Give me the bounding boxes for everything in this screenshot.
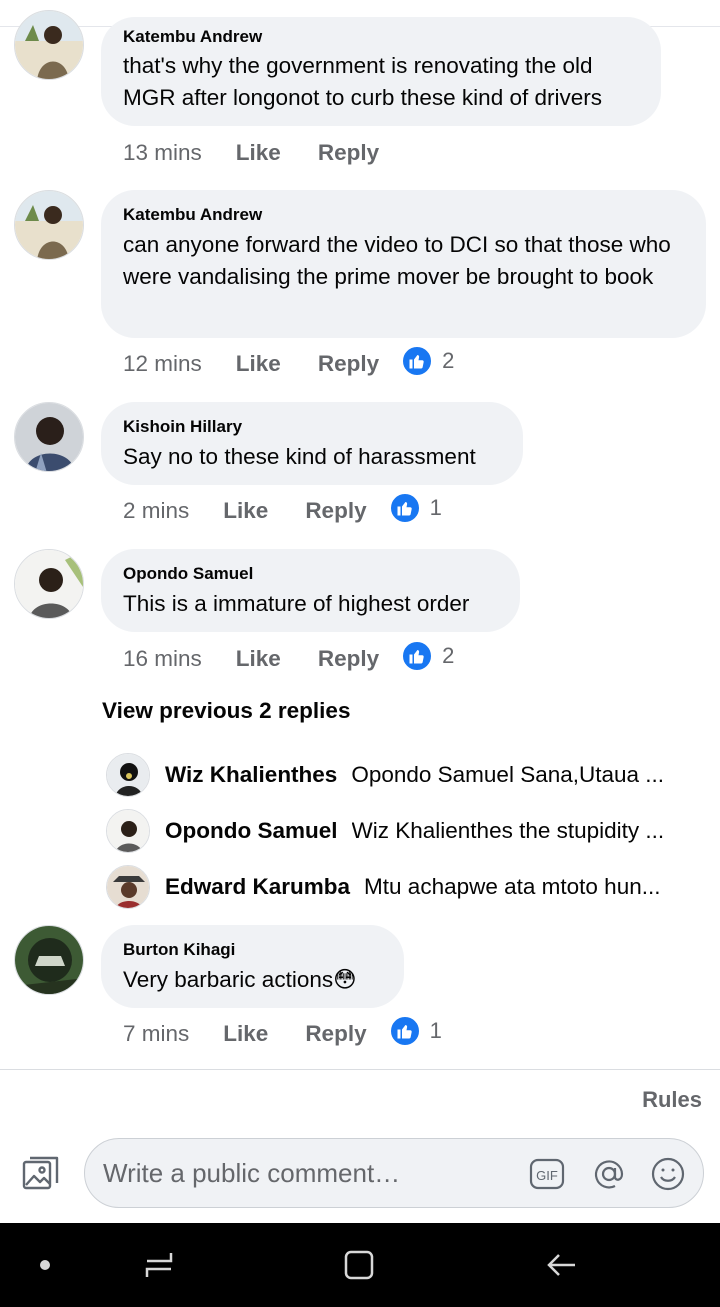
- comment-composer[interactable]: GIF: [84, 1138, 704, 1208]
- comment-bubble: Opondo Samuel This is a immature of high…: [101, 549, 520, 632]
- reply-text: Wiz Khalienthes the stupidity ...: [351, 818, 665, 843]
- reaction-summary[interactable]: 1: [388, 492, 442, 524]
- like-button[interactable]: Like: [223, 1021, 268, 1047]
- comment-author[interactable]: Kishoin Hillary: [123, 416, 501, 438]
- reply-button[interactable]: Reply: [318, 140, 379, 166]
- avatar[interactable]: [106, 753, 150, 797]
- reaction-summary[interactable]: 1: [388, 1015, 442, 1047]
- like-button[interactable]: Like: [236, 351, 281, 377]
- comment-bubble: Kishoin Hillary Say no to these kind of …: [101, 402, 523, 485]
- recent-apps-icon[interactable]: [141, 1247, 177, 1283]
- avatar[interactable]: [106, 865, 150, 909]
- svg-text:GIF: GIF: [536, 1168, 558, 1183]
- reply-button[interactable]: Reply: [305, 1021, 366, 1047]
- reaction-summary[interactable]: 2: [401, 640, 454, 672]
- reaction-summary[interactable]: 2: [401, 345, 454, 377]
- rules-link[interactable]: Rules: [642, 1087, 702, 1113]
- gif-icon[interactable]: GIF: [529, 1156, 565, 1192]
- comment-actions: 16 mins Like Reply 2: [123, 640, 454, 677]
- reply-button[interactable]: Reply: [318, 351, 379, 377]
- avatar[interactable]: [106, 809, 150, 853]
- reply-preview[interactable]: Edward Karumba Mtu achapwe ata mtoto hun…: [106, 865, 706, 909]
- comment-actions: 12 mins Like Reply 2: [123, 345, 454, 382]
- comment-bubble: Burton Kihagi Very barbaric actions😳: [101, 925, 404, 1008]
- avatar[interactable]: [14, 402, 84, 472]
- comment-actions: 2 mins Like Reply 1: [123, 492, 442, 529]
- back-icon[interactable]: [543, 1247, 579, 1283]
- comment-author[interactable]: Katembu Andrew: [123, 204, 684, 226]
- comment-bubble: Katembu Andrew that's why the government…: [101, 17, 661, 126]
- home-icon[interactable]: [341, 1247, 377, 1283]
- thumbs-up-icon: [401, 345, 434, 377]
- comment-text: can anyone forward the video to DCI so t…: [123, 232, 671, 289]
- comment-bubble: Katembu Andrew can anyone forward the vi…: [101, 190, 706, 338]
- comment-author[interactable]: Katembu Andrew: [123, 26, 639, 48]
- reply-author[interactable]: Opondo Samuel: [165, 818, 338, 844]
- thumbs-up-icon: [388, 492, 421, 524]
- reply-text: Opondo Samuel Sana,Utaua ...: [351, 762, 665, 787]
- reply-text: Mtu achapwe ata mtoto hun...: [364, 874, 661, 899]
- comment-time[interactable]: 7 mins: [123, 1021, 189, 1047]
- avatar[interactable]: [14, 549, 84, 619]
- reaction-count: 2: [442, 348, 455, 373]
- comment-text: Very barbaric actions😳: [123, 967, 357, 992]
- smiley-icon[interactable]: [650, 1156, 686, 1192]
- reply-preview[interactable]: Wiz Khalienthes Opondo Samuel Sana,Utaua…: [106, 753, 706, 797]
- comment-author[interactable]: Opondo Samuel: [123, 563, 498, 585]
- comment-text: This is a immature of highest order: [123, 591, 470, 616]
- at-icon[interactable]: [591, 1156, 627, 1192]
- comment-text: Say no to these kind of harassment: [123, 444, 476, 469]
- reply-button[interactable]: Reply: [318, 646, 379, 672]
- thumbs-up-icon: [388, 1015, 421, 1047]
- reaction-count: 1: [429, 495, 442, 520]
- reply-author[interactable]: Wiz Khalienthes: [165, 762, 337, 788]
- dot-icon[interactable]: [27, 1247, 63, 1283]
- comment-time[interactable]: 12 mins: [123, 351, 202, 377]
- comment-actions: 13 mins Like Reply: [123, 135, 379, 171]
- reaction-count: 2: [442, 643, 455, 668]
- reaction-count: 1: [429, 1018, 442, 1043]
- like-button[interactable]: Like: [223, 498, 268, 524]
- comment-actions: 7 mins Like Reply 1: [123, 1015, 442, 1052]
- comment-input[interactable]: [103, 1157, 513, 1189]
- composer-divider: [0, 1069, 720, 1070]
- reply-button[interactable]: Reply: [305, 498, 366, 524]
- avatar[interactable]: [14, 190, 84, 260]
- avatar[interactable]: [14, 10, 84, 80]
- like-button[interactable]: Like: [236, 646, 281, 672]
- avatar[interactable]: [14, 925, 84, 995]
- like-button[interactable]: Like: [236, 140, 281, 166]
- view-previous-replies-link[interactable]: View previous 2 replies: [102, 698, 350, 724]
- comment-time[interactable]: 13 mins: [123, 140, 202, 166]
- system-navigation-bar: [0, 1223, 720, 1307]
- photo-icon[interactable]: [22, 1155, 60, 1193]
- comment-time[interactable]: 2 mins: [123, 498, 189, 524]
- comment-author[interactable]: Burton Kihagi: [123, 939, 382, 961]
- comment-time[interactable]: 16 mins: [123, 646, 202, 672]
- thumbs-up-icon: [401, 640, 434, 672]
- reply-author[interactable]: Edward Karumba: [165, 874, 350, 900]
- comment-text: that's why the government is renovating …: [123, 53, 602, 110]
- reply-preview[interactable]: Opondo Samuel Wiz Khalienthes the stupid…: [106, 809, 706, 853]
